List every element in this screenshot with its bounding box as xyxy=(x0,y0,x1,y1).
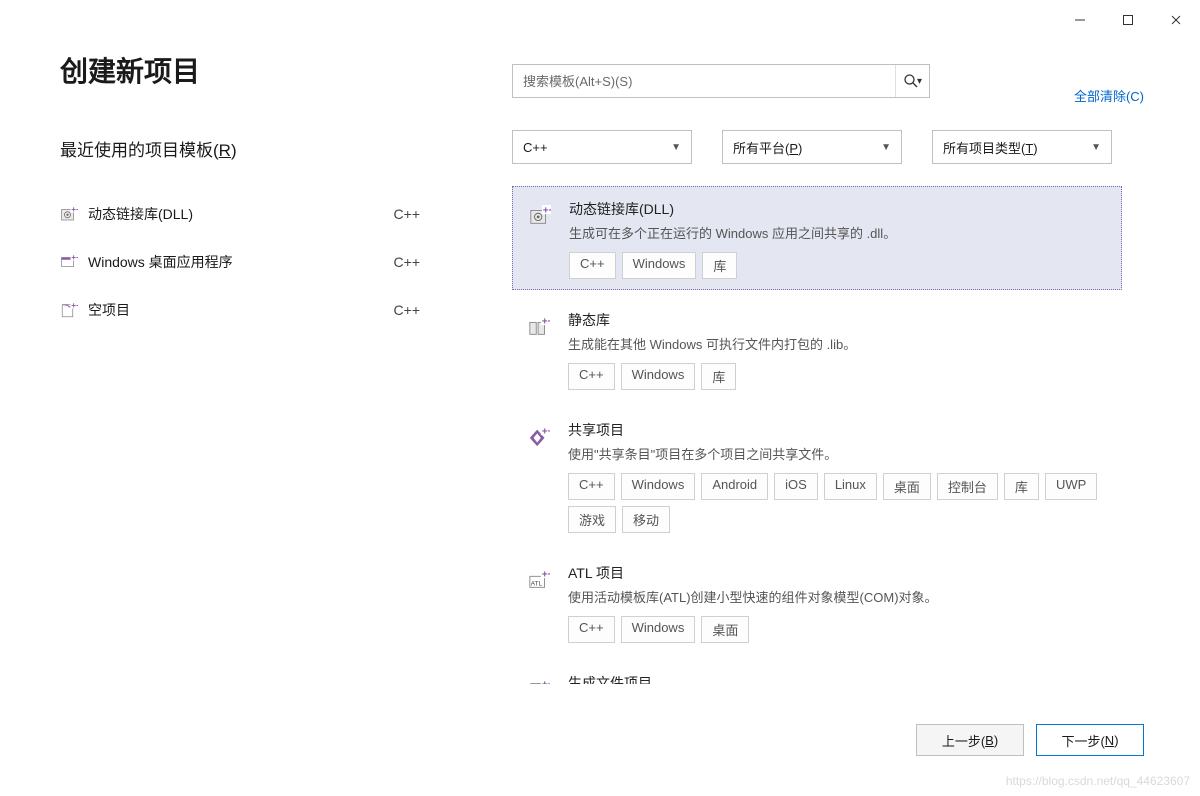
recent-item-language: C++ xyxy=(394,302,460,318)
template-icon: ++ xyxy=(522,310,556,344)
next-button[interactable]: 下一步(N) xyxy=(1036,724,1144,756)
page-title: 创建新项目 xyxy=(60,50,200,90)
template-icon: ++ xyxy=(60,301,78,319)
template-icon: ++ xyxy=(522,673,556,684)
recent-template-item[interactable]: ++ Windows 桌面应用程序 C++ xyxy=(60,238,460,286)
template-tag: 游戏 xyxy=(568,506,616,533)
svg-text:++: ++ xyxy=(71,301,78,310)
back-button[interactable]: 上一步(B) xyxy=(916,724,1024,756)
template-item[interactable]: ++ 静态库 生成能在其他 Windows 可执行文件内打包的 .lib。 C+… xyxy=(512,298,1122,400)
template-tag: Windows xyxy=(621,363,696,390)
template-title: 生成文件项目 xyxy=(568,673,1112,684)
template-tag: 桌面 xyxy=(701,616,749,643)
chevron-down-icon: ▼ xyxy=(671,142,681,153)
template-icon: ++ xyxy=(60,253,78,271)
template-description: 生成可在多个正在运行的 Windows 应用之间共享的 .dll。 xyxy=(569,223,1111,242)
svg-text:++: ++ xyxy=(543,205,551,216)
platform-filter-value: 所有平台(P) xyxy=(733,138,802,157)
svg-text:++: ++ xyxy=(71,253,78,262)
recent-item-language: C++ xyxy=(394,254,460,270)
template-icon: ++ xyxy=(60,205,78,223)
recent-item-name: 空项目 xyxy=(88,300,394,320)
template-icon: ++ xyxy=(523,199,557,233)
template-tag: C++ xyxy=(568,363,615,390)
template-tag: 库 xyxy=(1004,473,1039,500)
template-description: 生成能在其他 Windows 可执行文件内打包的 .lib。 xyxy=(568,334,1112,353)
template-tag: C++ xyxy=(569,252,616,279)
project-type-filter[interactable]: 所有项目类型(T) ▼ xyxy=(932,130,1112,164)
language-filter[interactable]: C++ ▼ xyxy=(512,130,692,164)
template-tags: C++WindowsAndroidiOSLinux桌面控制台库UWP 游戏移动 xyxy=(568,473,1112,533)
template-tags: C++Windows桌面 xyxy=(568,616,1112,643)
svg-text:++: ++ xyxy=(542,426,550,437)
template-tag: 控制台 xyxy=(937,473,998,500)
template-title: 动态链接库(DLL) xyxy=(569,199,1111,219)
template-item[interactable]: ATL++ ATL 项目 使用活动模板库(ATL)创建小型快速的组件对象模型(C… xyxy=(512,551,1122,653)
recent-template-item[interactable]: ++ 动态链接库(DLL) C++ xyxy=(60,190,460,238)
recent-item-language: C++ xyxy=(394,206,460,222)
template-description: 使用活动模板库(ATL)创建小型快速的组件对象模型(COM)对象。 xyxy=(568,587,1112,606)
template-tag: 库 xyxy=(701,363,736,390)
template-tag: Linux xyxy=(824,473,877,500)
svg-text:ATL: ATL xyxy=(531,581,543,588)
template-tag: 桌面 xyxy=(883,473,931,500)
recent-template-item[interactable]: ++ 空项目 C++ xyxy=(60,286,460,334)
chevron-down-icon: ▼ xyxy=(881,142,891,153)
template-item[interactable]: ++ 动态链接库(DLL) 生成可在多个正在运行的 Windows 应用之间共享… xyxy=(512,186,1122,290)
maximize-button[interactable] xyxy=(1116,8,1140,32)
template-tag: C++ xyxy=(568,616,615,643)
template-tag: iOS xyxy=(774,473,818,500)
template-title: 共享项目 xyxy=(568,420,1112,440)
svg-text:++: ++ xyxy=(542,569,550,580)
recent-templates-heading: 最近使用的项目模板(R) xyxy=(60,136,237,161)
close-button[interactable] xyxy=(1164,8,1188,32)
language-filter-value: C++ xyxy=(523,140,548,155)
clear-all-label: 全部清除(C) xyxy=(1074,89,1144,104)
template-tag: Windows xyxy=(621,616,696,643)
platform-filter[interactable]: 所有平台(P) ▼ xyxy=(722,130,902,164)
watermark: https://blog.csdn.net/qq_44623607 xyxy=(1006,774,1190,788)
template-tag: 移动 xyxy=(622,506,670,533)
template-tags: C++Windows库 xyxy=(569,252,1111,279)
project-type-filter-value: 所有项目类型(T) xyxy=(943,138,1038,157)
clear-all-link[interactable]: 全部清除(C) xyxy=(1074,86,1144,105)
template-list[interactable]: ++ 动态链接库(DLL) 生成可在多个正在运行的 Windows 应用之间共享… xyxy=(512,186,1122,684)
template-tag: Windows xyxy=(622,252,697,279)
recent-item-name: 动态链接库(DLL) xyxy=(88,204,394,224)
template-tags: C++Windows库 xyxy=(568,363,1112,390)
search-icon[interactable]: ▾ xyxy=(895,65,929,97)
template-title: 静态库 xyxy=(568,310,1112,330)
template-tag: UWP xyxy=(1045,473,1097,500)
minimize-button[interactable] xyxy=(1068,8,1092,32)
svg-text:++: ++ xyxy=(542,679,550,684)
search-box[interactable]: ▾ xyxy=(512,64,930,98)
template-tag: Windows xyxy=(621,473,696,500)
template-item[interactable]: ++ 共享项目 使用"共享条目"项目在多个项目之间共享文件。 C++Window… xyxy=(512,408,1122,543)
svg-text:++: ++ xyxy=(71,205,78,214)
search-input[interactable] xyxy=(513,65,895,97)
template-tag: 库 xyxy=(702,252,737,279)
svg-text:++: ++ xyxy=(542,316,550,327)
template-icon: ATL++ xyxy=(522,563,556,597)
recent-item-name: Windows 桌面应用程序 xyxy=(88,252,394,272)
template-tag: C++ xyxy=(568,473,615,500)
template-title: ATL 项目 xyxy=(568,563,1112,583)
template-icon: ++ xyxy=(522,420,556,454)
template-item[interactable]: ++ 生成文件项目 自带生成系统来编译 C++。 C++Windows桌面控制台… xyxy=(512,661,1122,684)
template-description: 使用"共享条目"项目在多个项目之间共享文件。 xyxy=(568,444,1112,463)
template-tag: Android xyxy=(701,473,768,500)
chevron-down-icon: ▼ xyxy=(1091,142,1101,153)
